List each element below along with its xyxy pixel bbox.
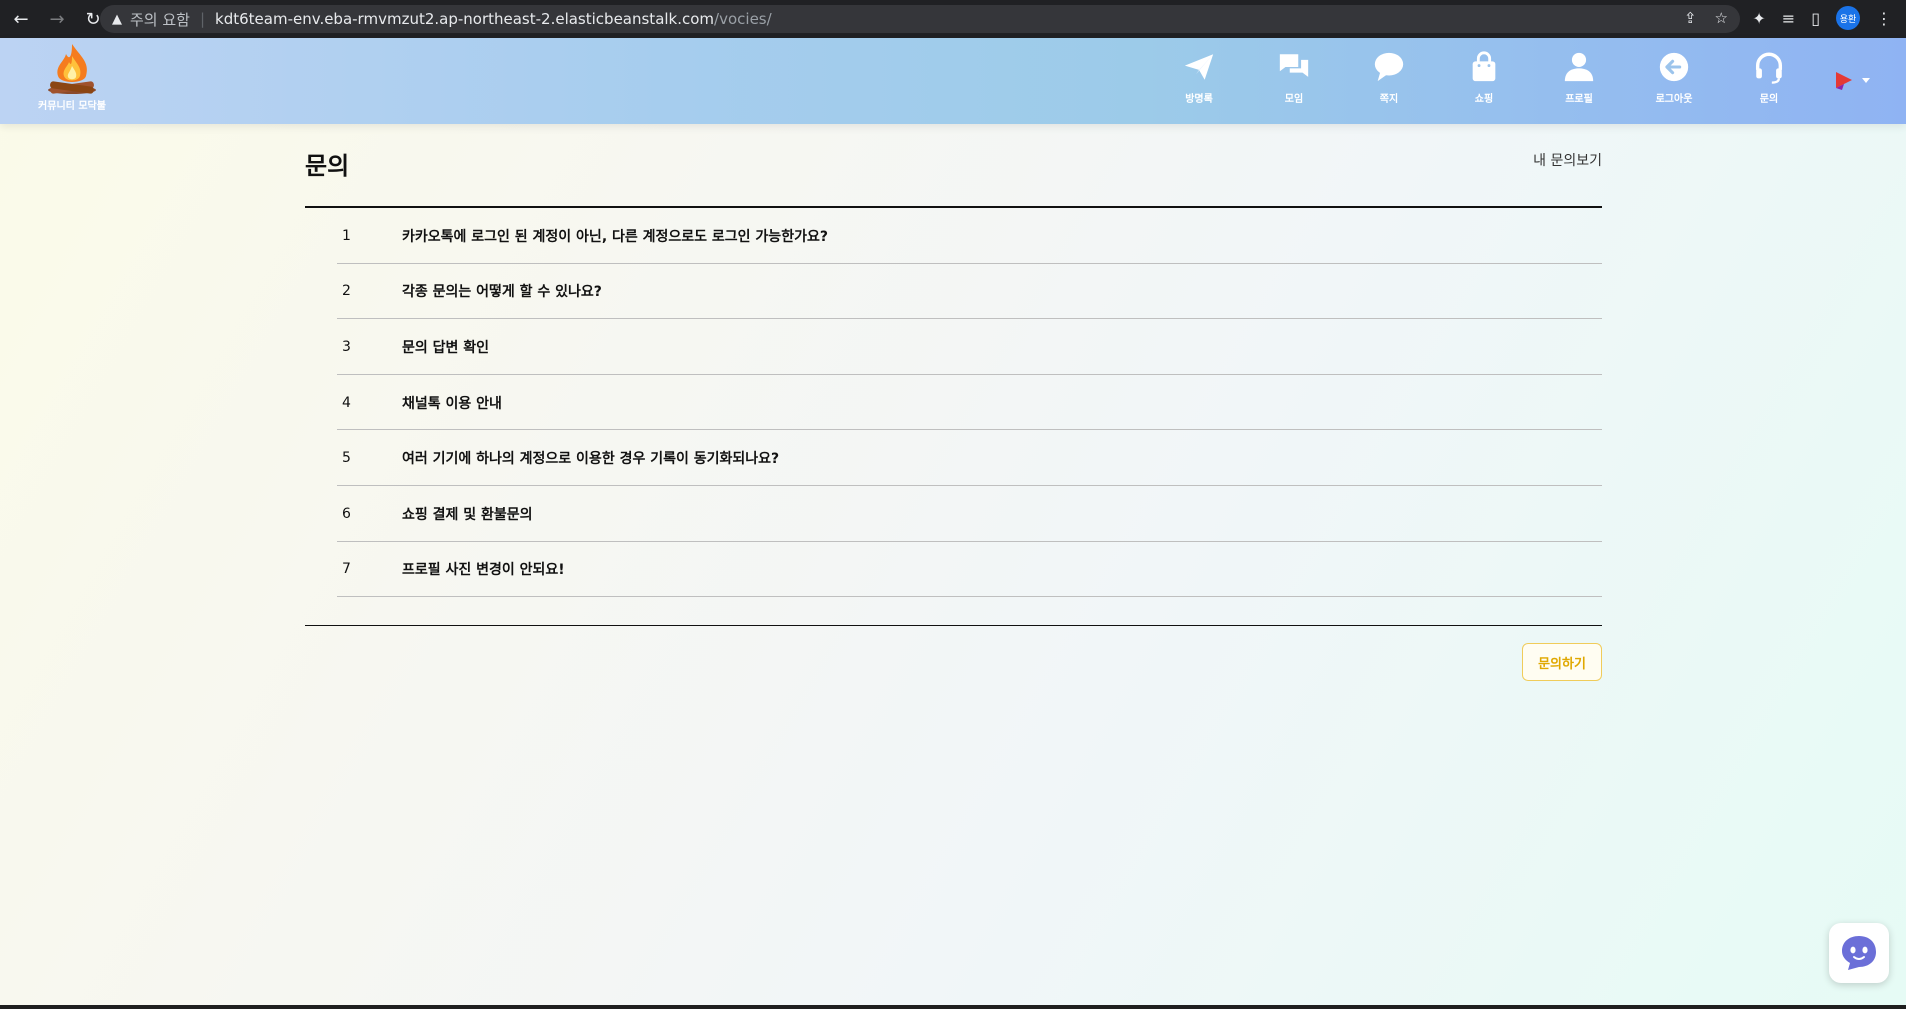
faq-number: 3: [342, 338, 351, 355]
faq-question[interactable]: 카카오톡에 로그인 된 계정이 아닌, 다른 계정으로도 로그인 가능한가요?: [402, 226, 828, 246]
faq-question[interactable]: 각종 문의는 어떻게 할 수 있나요?: [402, 281, 602, 301]
shopping-bag-icon: [1472, 51, 1496, 82]
nav-label: 쇼핑: [1474, 94, 1494, 105]
chatbot-face-icon: [1842, 936, 1876, 970]
address-separator: |: [199, 10, 206, 28]
nav-inquiry[interactable]: 문의: [1734, 50, 1804, 105]
profile-avatar[interactable]: 용환: [1836, 6, 1860, 30]
paper-plane-icon: [1184, 54, 1214, 80]
faq-list: 1 카카오톡에 로그인 된 계정이 아닌, 다른 계정으로도 로그인 가능한가요…: [305, 208, 1602, 598]
url-path: /vocies/: [714, 10, 772, 28]
nav-guestbook[interactable]: 방명록: [1164, 50, 1234, 105]
nav-label: 방명록: [1185, 94, 1213, 105]
site-logo[interactable]: 커뮤니티 모닥불: [30, 42, 114, 112]
nav-messages[interactable]: 쪽지: [1354, 50, 1424, 105]
faq-item[interactable]: 2 각종 문의는 어떻게 할 수 있나요?: [305, 264, 1602, 320]
faq-item[interactable]: 6 쇼핑 결제 및 환불문의: [305, 486, 1602, 542]
faq-number: 2: [342, 283, 351, 300]
bookmark-star-icon[interactable]: ☆: [1715, 9, 1728, 27]
security-label: 주의 요함: [130, 10, 190, 29]
faq-item[interactable]: 4 채널톡 이용 안내: [305, 375, 1602, 431]
speech-bubble-icon: [1374, 52, 1404, 82]
faq-number: 1: [342, 227, 351, 244]
extensions-icon[interactable]: ✦: [1752, 9, 1765, 28]
faq-question[interactable]: 여러 기기에 하나의 계정으로 이용한 경우 기록이 동기화되나요?: [402, 448, 779, 468]
browser-menu-icon[interactable]: ⋮: [1876, 9, 1892, 28]
media-playlist-icon[interactable]: ≡: [1782, 9, 1795, 28]
nav-label: 모임: [1284, 94, 1304, 105]
faq-item[interactable]: 1 카카오톡에 로그인 된 계정이 아닌, 다른 계정으로도 로그인 가능한가요…: [305, 208, 1602, 264]
faq-item[interactable]: 5 여러 기기에 하나의 계정으로 이용한 경우 기록이 동기화되나요?: [305, 430, 1602, 486]
logo-text: 커뮤니티 모닥불: [38, 101, 106, 112]
nav-label: 로그아웃: [1655, 94, 1693, 105]
nav-meeting[interactable]: 모임: [1259, 50, 1329, 105]
share-icon[interactable]: ⇪: [1684, 9, 1697, 27]
window-bottom-edge: [0, 1005, 1906, 1009]
person-icon: [1564, 52, 1594, 82]
back-icon[interactable]: ←: [6, 4, 36, 34]
page-title: 문의: [305, 152, 350, 180]
faq-number: 6: [342, 505, 351, 522]
campfire-logo-icon: [48, 44, 96, 94]
side-panel-icon[interactable]: ▯: [1811, 9, 1820, 28]
language-flag-icon[interactable]: [1832, 68, 1876, 92]
faq-question[interactable]: 프로필 사진 변경이 안되요!: [402, 559, 565, 579]
nav-logout[interactable]: 로그아웃: [1639, 50, 1709, 105]
forward-icon[interactable]: →: [42, 4, 72, 34]
url-host: kdt6team-env.eba-rmvmzut2.ap-northeast-2…: [215, 10, 715, 28]
ask-inquiry-button[interactable]: 문의하기: [1522, 643, 1602, 681]
nav-label: 프로필: [1565, 94, 1593, 105]
row-divider: [337, 596, 1602, 598]
nav-profile[interactable]: 프로필: [1544, 50, 1614, 105]
site-header: 커뮤니티 모닥불 방명록 모임 쪽지 쇼핑 프로필 로그아웃 문의: [0, 38, 1906, 124]
faq-number: 5: [342, 450, 351, 467]
list-bottom-divider: [305, 625, 1602, 626]
address-bar[interactable]: ▲ 주의 요함 | kdt6team-env.eba-rmvmzut2.ap-n…: [100, 5, 1740, 33]
faq-question[interactable]: 쇼핑 결제 및 환불문의: [402, 504, 533, 524]
faq-number: 4: [342, 394, 351, 411]
faq-item[interactable]: 3 문의 답변 확인: [305, 319, 1602, 375]
my-inquiries-link[interactable]: 내 문의보기: [1500, 150, 1602, 170]
headset-icon: [1755, 52, 1783, 84]
nav-shopping[interactable]: 쇼핑: [1449, 50, 1519, 105]
faq-question[interactable]: 채널톡 이용 안내: [402, 393, 502, 413]
chat-bubbles-icon: [1279, 54, 1309, 77]
nav-label: 문의: [1759, 94, 1779, 105]
warning-triangle-icon: ▲: [112, 11, 122, 27]
faq-number: 7: [342, 561, 351, 578]
faq-question[interactable]: 문의 답변 확인: [402, 337, 489, 357]
faq-item[interactable]: 7 프로필 사진 변경이 안되요!: [305, 542, 1602, 598]
chatbot-launcher[interactable]: [1829, 923, 1889, 983]
nav-label: 쪽지: [1379, 94, 1399, 105]
logout-arrow-icon: [1659, 52, 1689, 82]
browser-toolbar: ← → ↻ ▲ 주의 요함 | kdt6team-env.eba-rmvmzut…: [0, 0, 1906, 38]
